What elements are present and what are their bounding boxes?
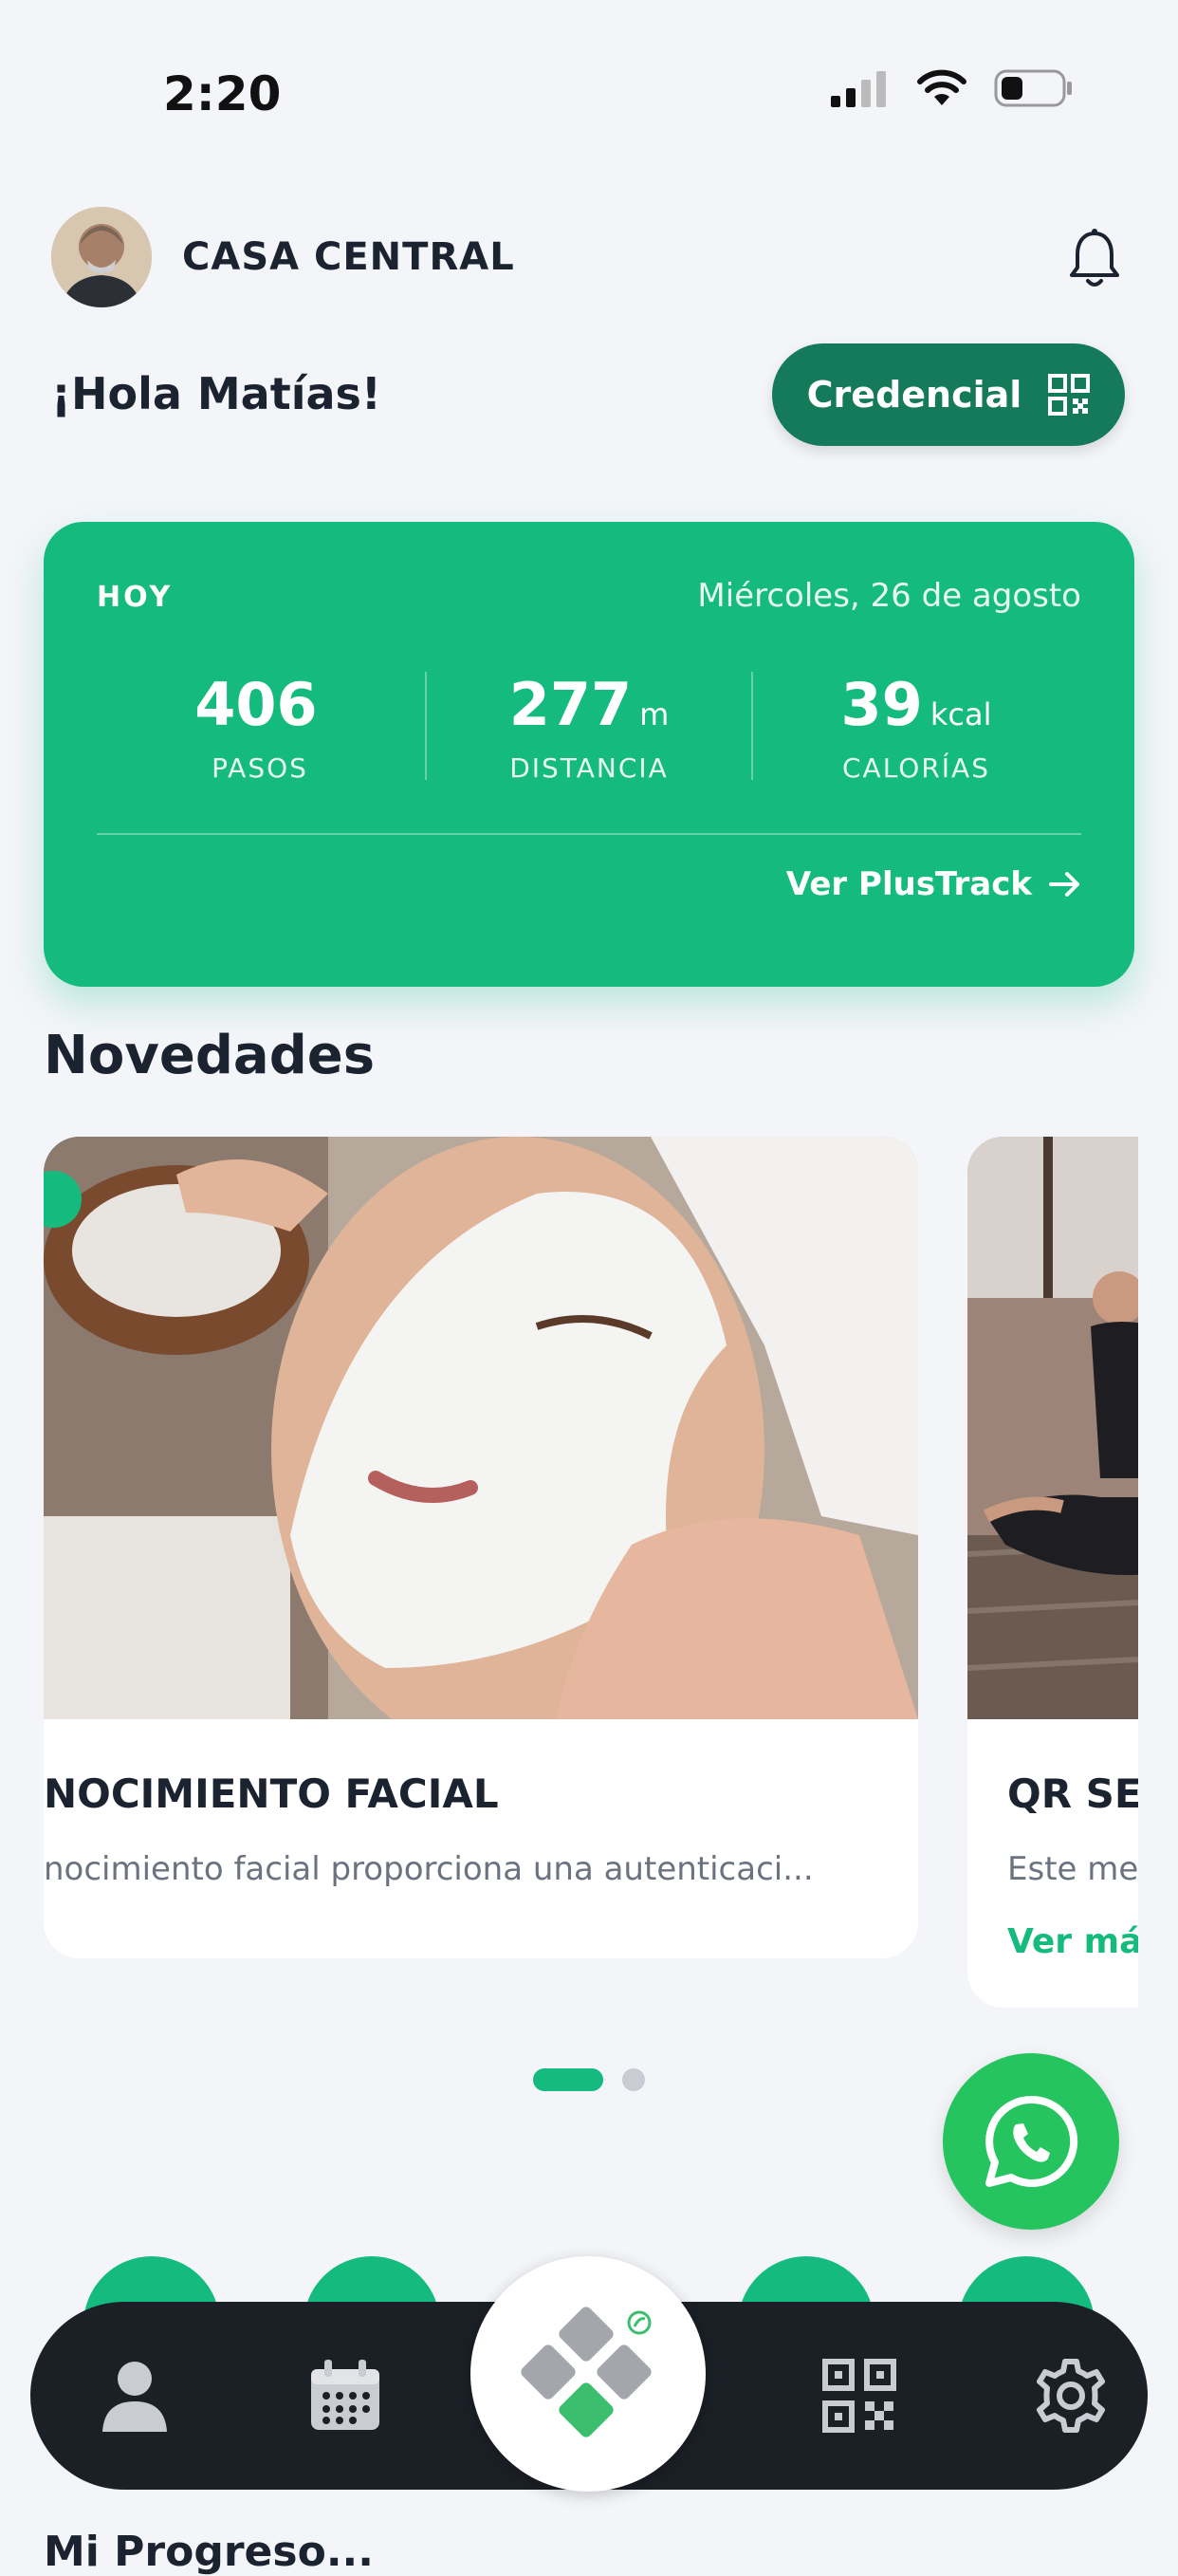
pager-dot-active[interactable]	[533, 2068, 603, 2091]
plustrack-link[interactable]: Ver PlusTrack	[786, 865, 1081, 903]
news-card[interactable]: QR SE Este me Ver má	[967, 1137, 1138, 2008]
card-divider	[97, 833, 1081, 835]
nav-home[interactable]	[470, 2256, 706, 2492]
app-logo-icon	[521, 2307, 652, 2437]
news-title: NOCIMIENTO FACIAL	[44, 1770, 499, 1817]
nav-qr[interactable]	[788, 2302, 930, 2490]
stat-value: 277	[508, 670, 633, 739]
news-description: Este me	[1007, 1850, 1138, 1888]
today-date: Miércoles, 26 de agosto	[697, 577, 1081, 615]
stat-calories: 39 kcal CALORÍAS	[774, 670, 1058, 784]
nav-profile[interactable]	[64, 2302, 206, 2490]
status-time: 2:20	[163, 66, 282, 121]
stat-label: DISTANCIA	[509, 752, 669, 784]
news-image-facial	[44, 1137, 918, 1719]
news-more-link[interactable]: Ver má	[1007, 1922, 1138, 1961]
news-title: QR SE	[1007, 1770, 1138, 1817]
stat-label: PASOS	[212, 752, 308, 784]
nav-calendar[interactable]	[274, 2302, 416, 2490]
stat-unit: m	[639, 696, 670, 732]
whatsapp-button[interactable]	[943, 2053, 1119, 2230]
avatar[interactable]	[51, 207, 152, 307]
branch-name[interactable]: CASA CENTRAL	[182, 235, 515, 279]
whatsapp-icon	[985, 2095, 1078, 2187]
stat-unit: kcal	[930, 696, 992, 732]
stat-divider	[751, 672, 753, 780]
credential-button[interactable]: Credencial	[772, 343, 1125, 446]
news-description: nocimiento facial proporciona una autent…	[44, 1850, 814, 1888]
stat-steps: 406 PASOS	[118, 670, 402, 784]
battery-icon	[994, 69, 1072, 107]
stat-label: CALORÍAS	[842, 752, 990, 784]
qr-code-icon	[1048, 374, 1091, 416]
stat-value: 39	[840, 670, 923, 739]
gear-icon	[1037, 2359, 1105, 2433]
stat-divider	[425, 672, 427, 780]
qr-code-icon	[822, 2359, 896, 2433]
status-icons	[831, 68, 1074, 108]
arrow-right-icon	[1049, 872, 1079, 897]
section-title-partial: Mi Progreso...	[44, 2528, 374, 2576]
user-icon	[102, 2362, 167, 2432]
stat-distance: 277 m DISTANCIA	[447, 670, 731, 784]
news-section-title: Novedades	[44, 1025, 376, 1086]
signal-icon	[831, 71, 886, 107]
stat-value: 406	[194, 670, 318, 739]
avatar-photo	[51, 207, 152, 307]
news-image-yoga	[967, 1137, 1138, 1719]
today-label: HOY	[97, 581, 174, 614]
wifi-icon	[917, 69, 966, 105]
plustrack-link-label: Ver PlusTrack	[785, 865, 1032, 903]
news-card[interactable]: NOCIMIENTO FACIAL nocimiento facial prop…	[44, 1137, 918, 1958]
today-stats-card[interactable]: HOY Miércoles, 26 de agosto 406 PASOS 27…	[44, 522, 1134, 987]
greeting: ¡Hola Matías!	[51, 368, 381, 419]
bell-icon[interactable]	[1066, 228, 1123, 290]
pager-dot[interactable]	[622, 2068, 645, 2091]
credential-button-label: Credencial	[806, 374, 1022, 416]
calendar-icon	[311, 2360, 379, 2430]
nav-settings[interactable]	[1000, 2302, 1142, 2490]
